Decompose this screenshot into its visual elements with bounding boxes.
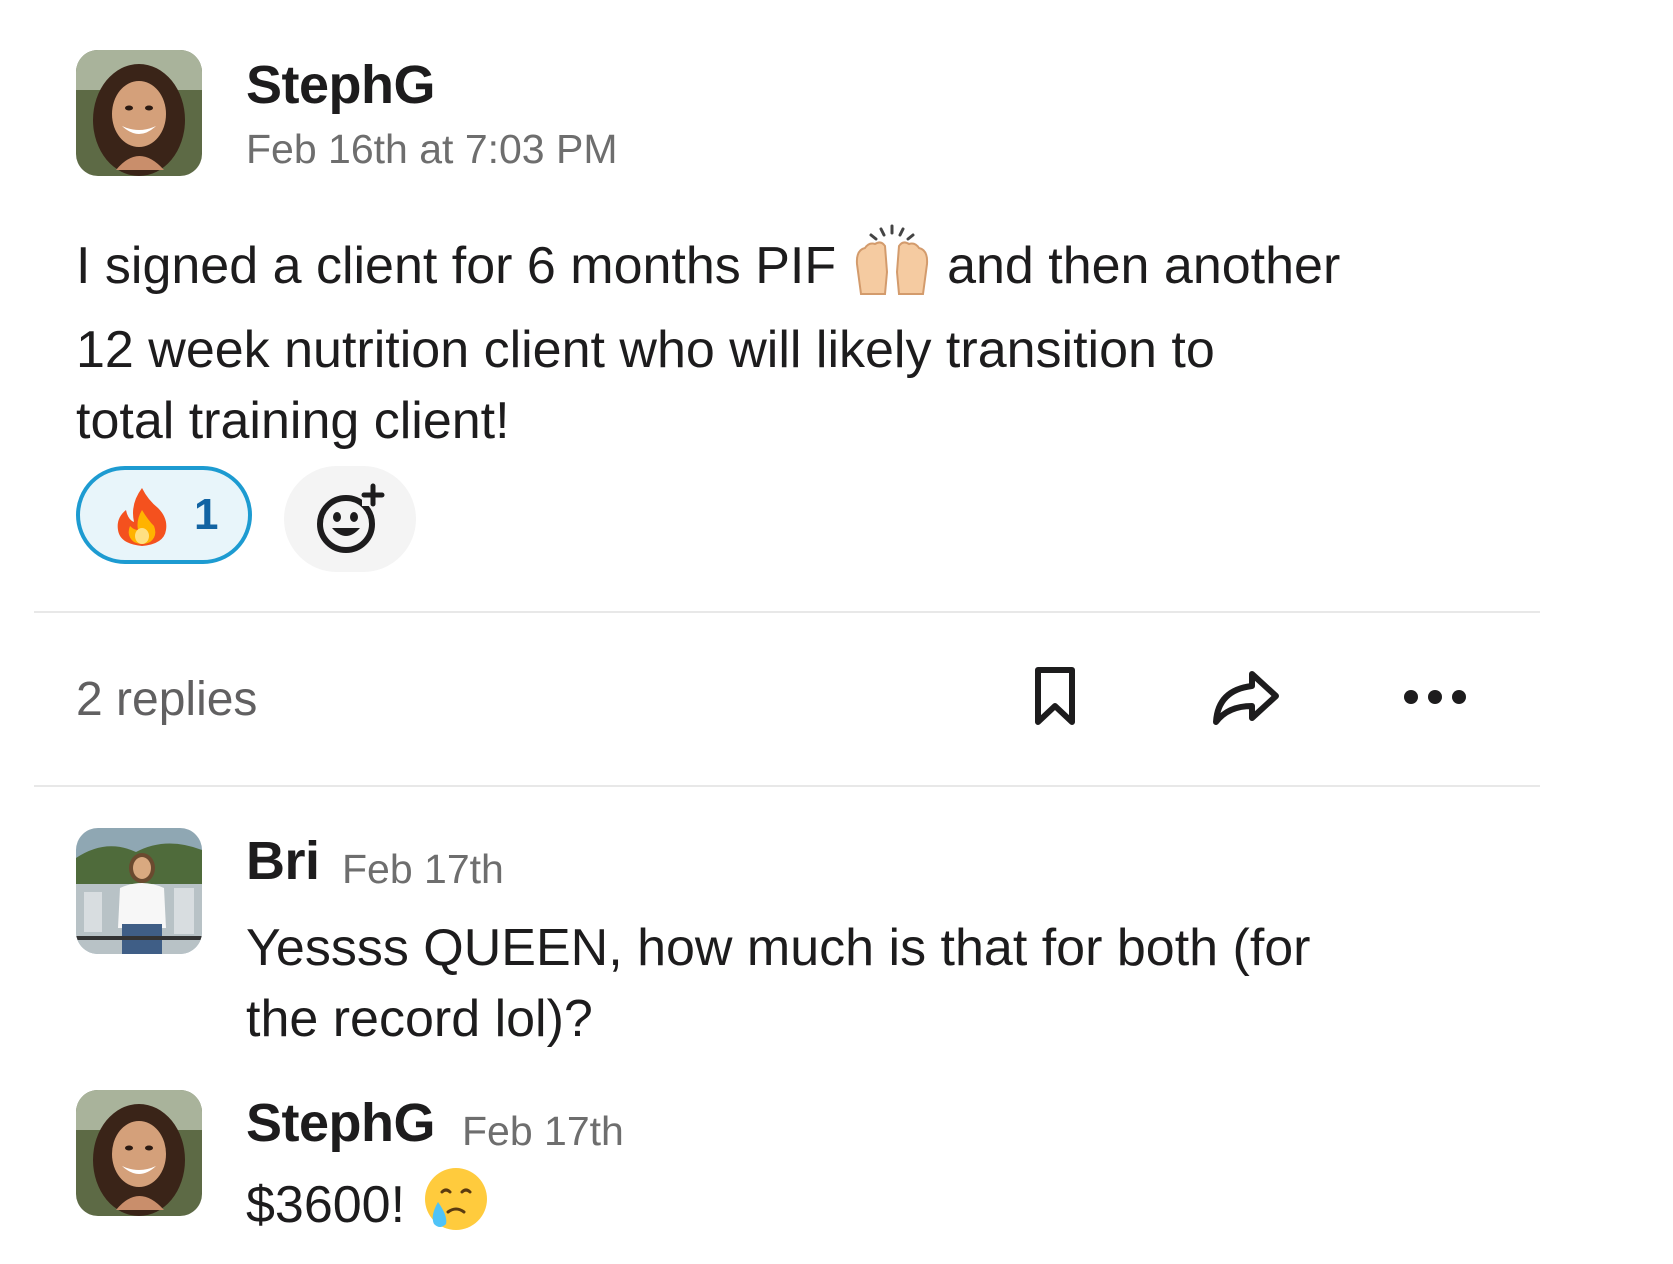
add-reaction-button[interactable]	[284, 466, 416, 572]
reply-1-line-2: the record lol)?	[246, 990, 593, 1048]
stephg-avatar[interactable]	[76, 50, 202, 176]
post-message: I signed a client for 6 months PIF and t…	[76, 224, 1340, 457]
reply-2-timestamp[interactable]: Feb 17th	[462, 1108, 624, 1155]
more-dots-icon	[1404, 690, 1466, 704]
message-line-1: I signed a client for 6 months PIF	[76, 237, 837, 296]
crying-face-emoji	[420, 1166, 490, 1251]
post-timestamp[interactable]: Feb 16th at 7:03 PM	[246, 126, 618, 173]
add-emoji-icon	[317, 483, 385, 553]
reaction-count: 1	[194, 490, 219, 539]
message-line-3: total training client!	[76, 392, 510, 450]
reply-1-timestamp[interactable]: Feb 17th	[342, 846, 504, 893]
reply-2-message: $3600!	[246, 1166, 490, 1251]
post-author-name[interactable]: StephG	[246, 54, 436, 116]
save-button[interactable]	[1032, 666, 1080, 733]
divider-top	[34, 611, 1540, 613]
stephg-reply-avatar[interactable]	[76, 1090, 202, 1216]
reply-1-line-1: Yessss QUEEN, how much is that for both …	[246, 919, 1311, 977]
replies-count[interactable]: 2 replies	[76, 672, 257, 727]
message-line-1b: and then another	[947, 237, 1341, 296]
divider-bottom	[34, 785, 1540, 787]
reply-1-author-name[interactable]: Bri	[246, 830, 320, 892]
more-actions-button[interactable]	[1402, 686, 1468, 713]
bookmark-icon	[1035, 667, 1075, 725]
share-arrow-icon	[1213, 671, 1279, 725]
reply-2-text: $3600!	[246, 1176, 406, 1235]
share-button[interactable]	[1210, 668, 1282, 733]
bri-avatar[interactable]	[76, 828, 202, 954]
reply-2-author-name[interactable]: StephG	[246, 1092, 436, 1154]
message-line-2: 12 week nutrition client who will likely…	[76, 321, 1215, 379]
fire-reaction-button[interactable]: 1	[76, 466, 252, 564]
fire-icon	[117, 488, 167, 546]
raising-hands-emoji	[851, 224, 933, 315]
reply-1-message: Yessss QUEEN, how much is that for both …	[246, 913, 1311, 1055]
